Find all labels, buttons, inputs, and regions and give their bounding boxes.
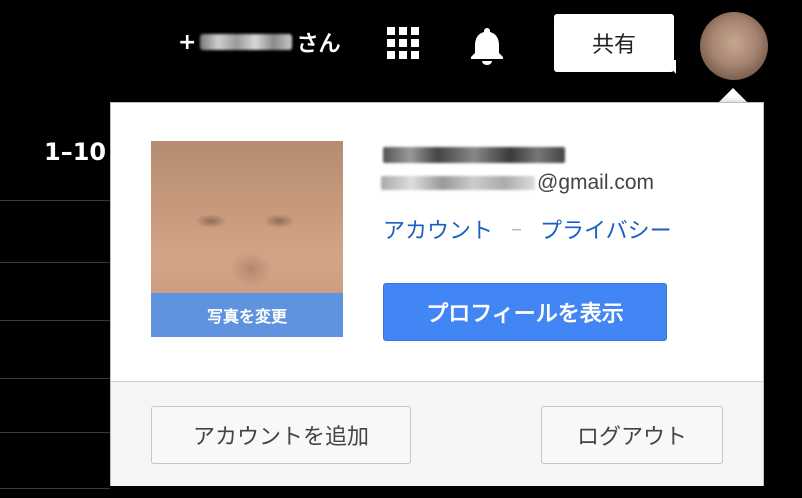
divider (0, 378, 110, 379)
email-local-redacted (381, 176, 535, 190)
share-callout-tail (664, 60, 676, 74)
user-name-link[interactable]: + さん (178, 26, 340, 58)
add-account-button[interactable]: アカウントを追加 (151, 406, 411, 464)
account-popup: 写真を変更 @gmail.com アカウント – プライバシー プロフィールを表… (110, 102, 764, 486)
privacy-link[interactable]: プライバシー (540, 213, 672, 245)
divider (0, 432, 110, 433)
top-bar: + さん 共有 (0, 0, 802, 100)
user-name-prefix: + (178, 29, 197, 55)
account-links: アカウント – プライバシー (383, 213, 672, 245)
account-link[interactable]: アカウント (383, 213, 493, 245)
user-name-suffix: さん (296, 32, 341, 57)
logout-label: ログアウト (576, 425, 687, 450)
email-address: @gmail.com (381, 171, 654, 195)
add-account-label: アカウントを追加 (192, 425, 369, 450)
divider (0, 262, 110, 263)
logout-button[interactable]: ログアウト (541, 406, 723, 464)
profile-photo[interactable]: 写真を変更 (151, 141, 343, 337)
change-photo-label: 写真を変更 (206, 307, 287, 326)
link-separator: – (511, 216, 523, 242)
divider (0, 200, 110, 201)
account-avatar[interactable] (700, 12, 768, 80)
popup-arrow (718, 88, 748, 103)
divider (0, 320, 110, 321)
display-name-redacted (383, 147, 565, 163)
bell-icon[interactable] (470, 26, 504, 66)
user-name-redacted (200, 34, 293, 50)
view-profile-label: プロフィールを表示 (426, 302, 624, 327)
share-button[interactable]: 共有 (554, 14, 674, 72)
popup-footer: アカウントを追加 ログアウト (111, 381, 763, 486)
share-button-label: 共有 (591, 33, 636, 58)
change-photo-button[interactable]: 写真を変更 (151, 293, 343, 337)
email-domain: @gmail.com (537, 171, 655, 194)
pagination-range: 1–10 (44, 138, 107, 166)
divider (0, 488, 110, 489)
apps-grid-icon[interactable] (387, 27, 420, 60)
view-profile-button[interactable]: プロフィールを表示 (383, 283, 667, 341)
